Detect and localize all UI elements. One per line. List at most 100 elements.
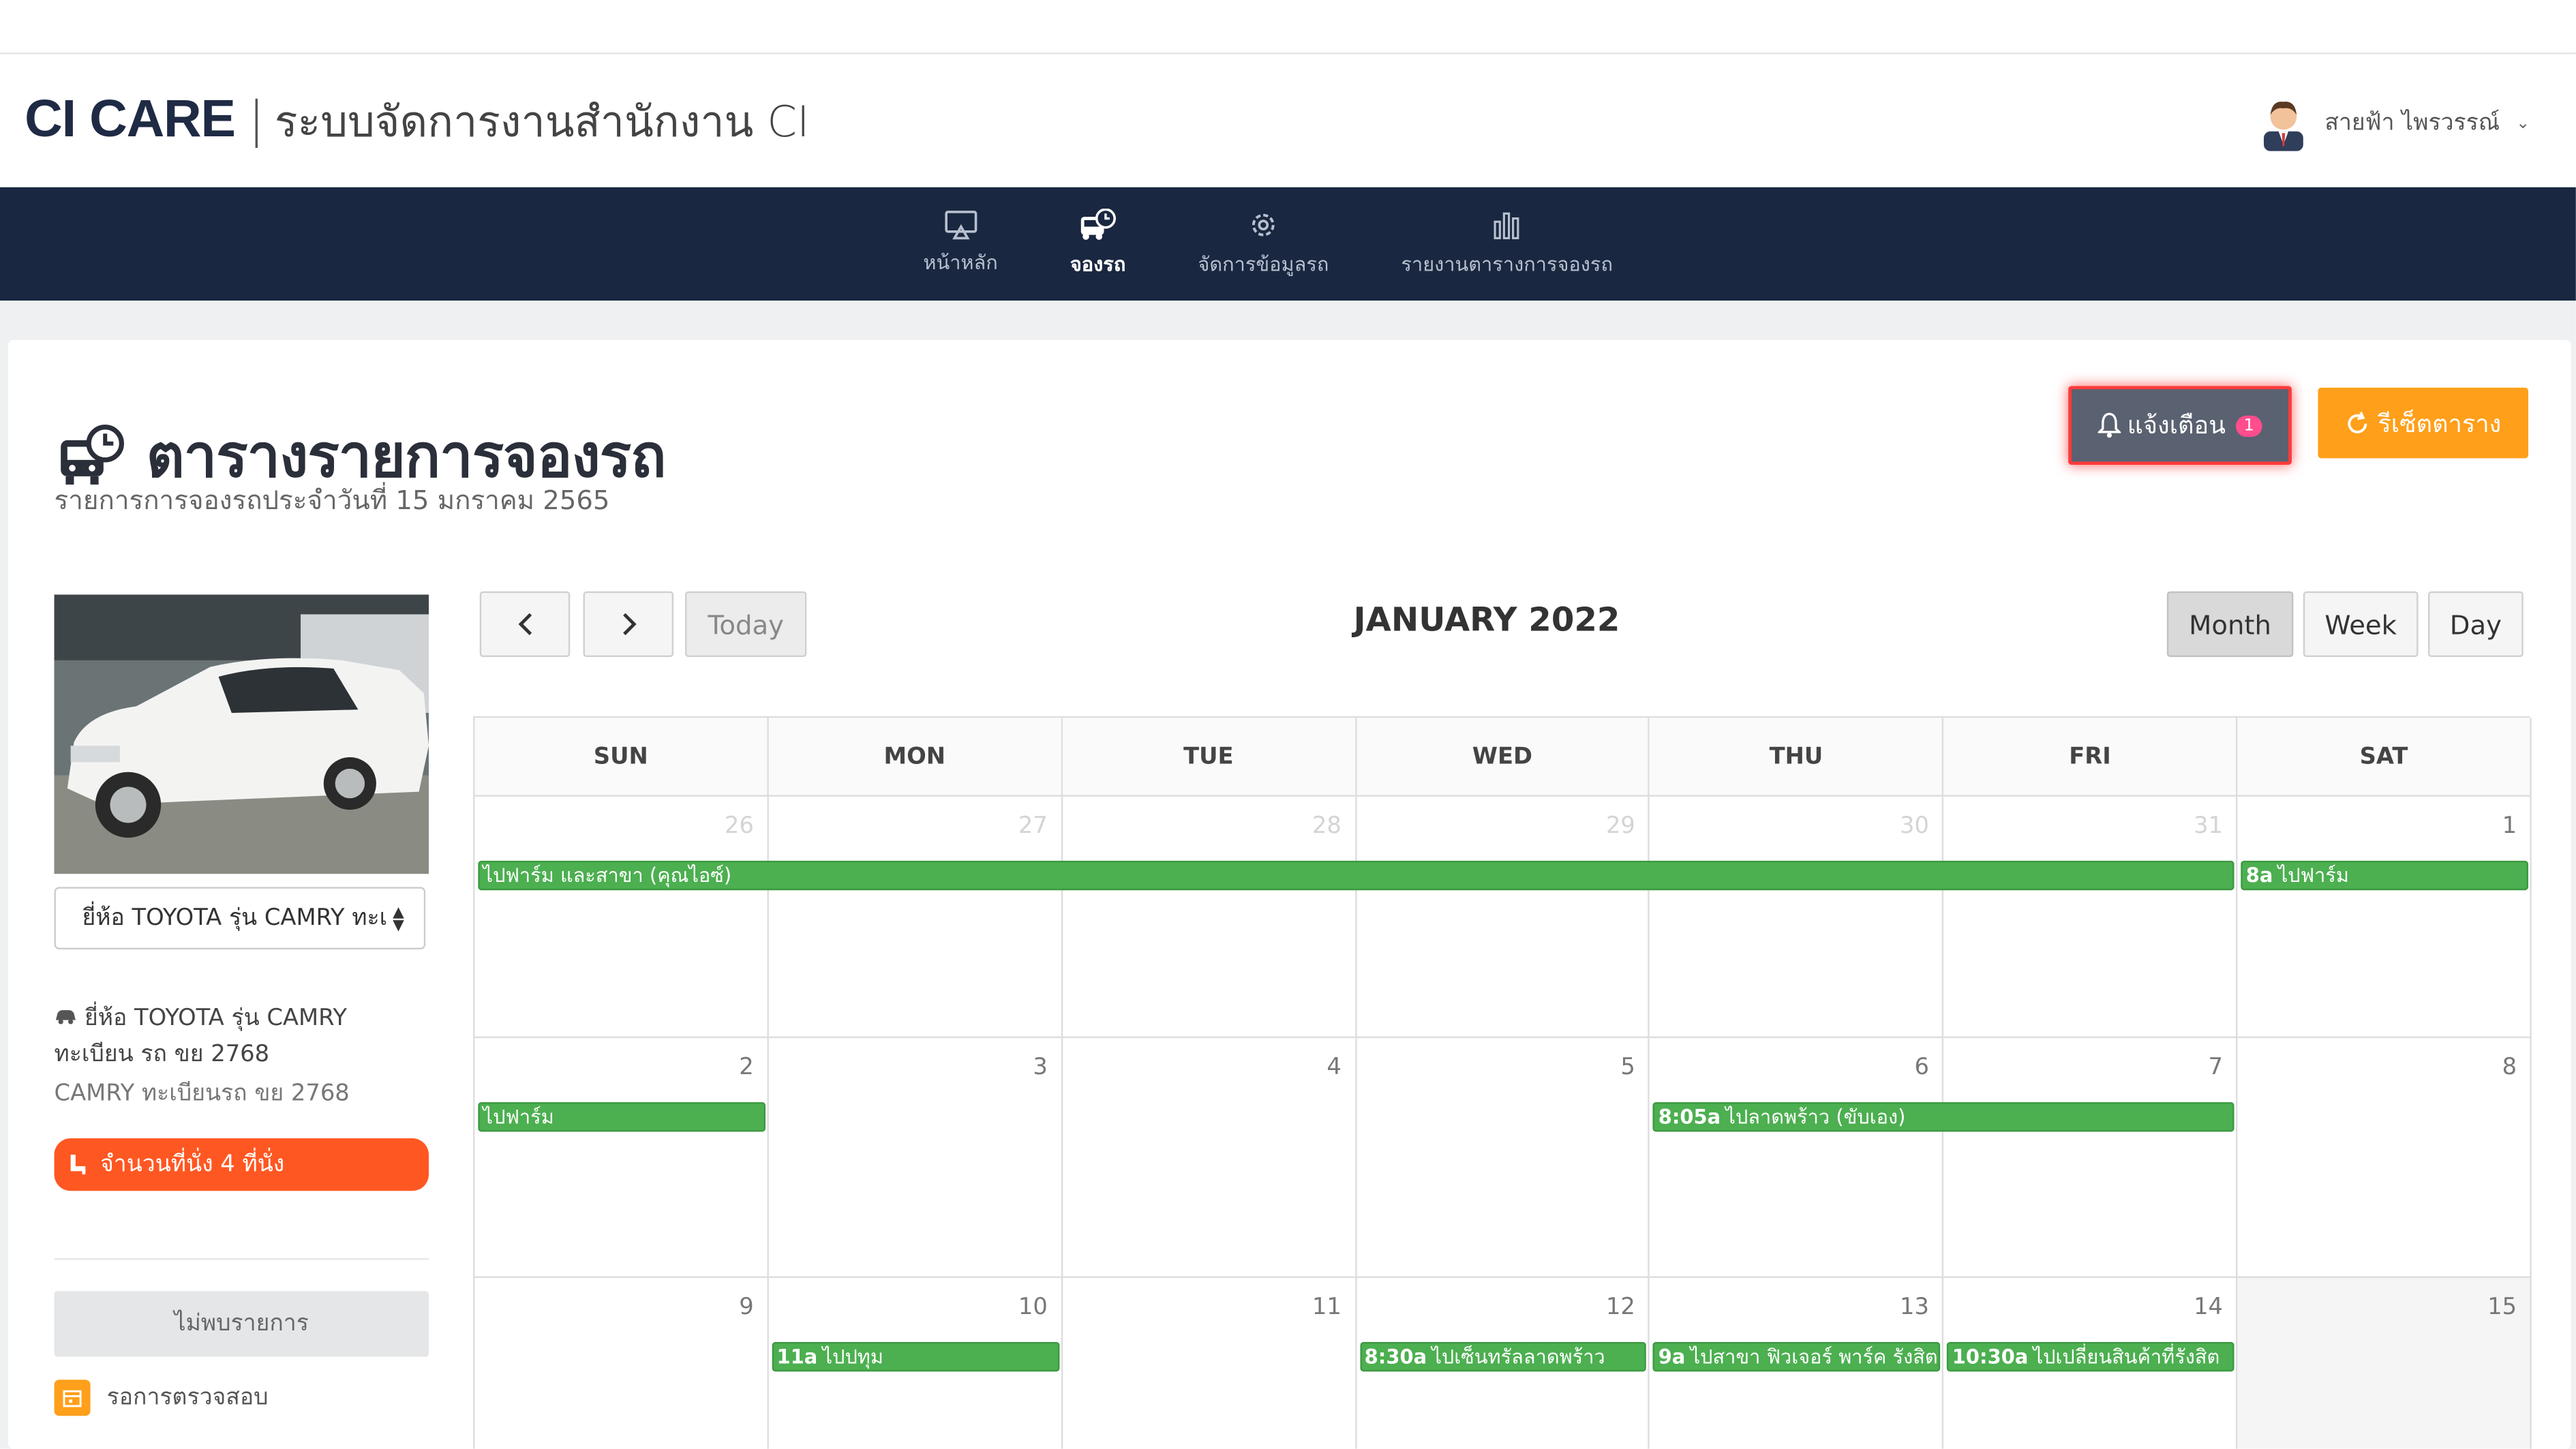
view-month-button[interactable]: Month	[2166, 591, 2294, 658]
calendar-day-cell[interactable]: 5	[1356, 1037, 1650, 1278]
weekday-header: SUN	[474, 718, 769, 797]
bar-chart-icon	[1494, 211, 1520, 239]
sidebar-divider	[54, 1258, 429, 1260]
reset-schedule-button[interactable]: รีเซ็ตตาราง	[2318, 387, 2528, 459]
calendar-day-cell[interactable]: 2	[474, 1037, 769, 1278]
day-number[interactable]: 13	[1900, 1294, 1929, 1321]
calendar-event[interactable]: ไปฟาร์ม	[478, 1101, 766, 1131]
calendar-day-cell[interactable]: 4	[1062, 1037, 1357, 1278]
event-title: ไปฟาร์ม และสาขา (คุณไอซ์)	[483, 864, 732, 887]
view-week-button[interactable]: Week	[2303, 591, 2419, 658]
calendar-event[interactable]: 8:30a ไปเซ็นทรัลลาดพร้าว	[1359, 1341, 1647, 1372]
calendar-day-cell[interactable]: 28	[1062, 796, 1357, 1037]
day-number[interactable]: 28	[1312, 813, 1342, 840]
weekday-header: SAT	[2237, 718, 2532, 797]
nav-item-label: รายงานตารางการจองรถ	[1401, 251, 1613, 275]
day-number[interactable]: 29	[1606, 813, 1635, 840]
calendar-day-cell[interactable]: 8	[2237, 1037, 2532, 1278]
day-number[interactable]: 30	[1900, 813, 1929, 840]
calendar-day-cell[interactable]: 11	[1063, 1277, 1357, 1449]
calendar-day-cell[interactable]: 29	[1356, 796, 1650, 1037]
nav-item-manage-cars[interactable]: จัดการข้อมูลรถ	[1162, 187, 1365, 301]
brand[interactable]: CI CARE | ระบบจัดการงานสำนักงาน CI	[25, 87, 809, 156]
seat-count-badge: จำนวนที่นั่ง 4 ที่นั่ง	[54, 1138, 429, 1191]
day-number[interactable]: 1	[2502, 813, 2517, 840]
alert-button[interactable]: แจ้งเตือน 1	[2068, 386, 2292, 466]
seat-icon	[70, 1155, 86, 1175]
event-title: ไปฟาร์ม	[483, 1104, 554, 1128]
day-number[interactable]: 8	[2502, 1054, 2517, 1080]
calendar-event[interactable]: 8a ไปฟาร์ม	[2241, 860, 2528, 891]
day-number[interactable]: 12	[1606, 1294, 1635, 1321]
select-updown-icon: ▲ ▼	[393, 904, 404, 935]
nav-item-report[interactable]: รายงานตารางการจองรถ	[1365, 187, 1649, 301]
calendar-day-cell[interactable]: 3	[768, 1037, 1063, 1278]
day-number[interactable]: 7	[2209, 1054, 2224, 1080]
day-number[interactable]: 6	[1914, 1054, 1929, 1080]
calendar-day-cell[interactable]: 31	[1943, 796, 2238, 1037]
nav-item-booking[interactable]: จองรถ	[1034, 187, 1162, 301]
legend-pending: รอการตรวจสอบ	[54, 1379, 269, 1416]
calendar-day-cell[interactable]: 26	[474, 796, 769, 1037]
calendar-day-cell[interactable]: 9	[474, 1277, 769, 1449]
day-number[interactable]: 10	[1018, 1294, 1048, 1321]
calendar-event[interactable]: 9a ไปสาขา ฟิวเจอร์ พาร์ค รังสิต	[1653, 1341, 1941, 1372]
car-select-dropdown[interactable]: ยี่ห้อ TOYOTA รุ่น CAMRY ทะเ ▲ ▼	[54, 887, 426, 949]
weekday-header: WED	[1356, 718, 1650, 797]
car-icon	[55, 1010, 76, 1024]
calendar-day-cell[interactable]: 7	[1943, 1037, 2238, 1278]
car-photo	[54, 594, 429, 874]
day-number[interactable]: 27	[1018, 813, 1048, 840]
app-window: CI CARE | ระบบจัดการงานสำนักงาน CI สายฟ้า …	[0, 0, 2576, 1449]
event-title: ไปเปลี่ยนสินค้าที่รังสิต	[2033, 1345, 2220, 1369]
calendar-event[interactable]: ไปฟาร์ม และสาขา (คุณไอซ์)	[478, 860, 2234, 891]
car-select-value: ยี่ห้อ TOYOTA รุ่น CAMRY ทะเ	[82, 904, 388, 932]
calendar-event[interactable]: 10:30a ไปเปลี่ยนสินค้าที่รังสิต	[1947, 1341, 2234, 1372]
day-number[interactable]: 4	[1327, 1054, 1342, 1080]
view-day-button[interactable]: Day	[2427, 591, 2524, 658]
bell-icon	[2097, 412, 2121, 438]
event-time: 9a	[1658, 1345, 1686, 1369]
user-menu[interactable]: สายฟ้า ไพรวรรณ์ ⌄	[2259, 95, 2530, 151]
legend-label: รอการตรวจสอบ	[106, 1384, 269, 1412]
calendar-day-cell[interactable]: 15	[2237, 1277, 2532, 1449]
day-number[interactable]: 14	[2194, 1294, 2223, 1321]
nav-item-home[interactable]: หน้าหลัก	[887, 187, 1033, 301]
calendar-event[interactable]: 11a ไปปทุม	[772, 1341, 1059, 1372]
chevron-down-icon: ⌄	[2516, 114, 2530, 133]
day-number[interactable]: 9	[739, 1294, 754, 1321]
today-button[interactable]: Today	[684, 591, 807, 658]
day-number[interactable]: 15	[2487, 1294, 2517, 1321]
event-time: 11a	[776, 1345, 818, 1369]
seat-count-label: จำนวนที่นั่ง 4 ที่นั่ง	[100, 1151, 285, 1178]
calendar-day-cell[interactable]: 27	[768, 796, 1063, 1037]
chevron-right-icon	[622, 613, 636, 635]
car-illustration	[54, 594, 429, 874]
weekday-header: THU	[1650, 718, 1944, 797]
car-info: ยี่ห้อ TOYOTA รุ่น CAMRY ทะเบียน รถ ขย 2…	[55, 1001, 429, 1073]
calendar-day-cell[interactable]: 30	[1650, 796, 1944, 1037]
calendar-event[interactable]: 8:05a ไปลาดพร้าว (ขับเอง)	[1653, 1101, 2234, 1131]
day-number[interactable]: 26	[725, 813, 754, 840]
monitor-icon	[944, 209, 977, 239]
page-subtitle: รายการการจองรถประจำวันที่ 15 มกราคม 2565	[54, 484, 610, 516]
calendar-day-cell[interactable]: 6	[1650, 1037, 1944, 1278]
brand-name: CI CARE	[25, 89, 236, 148]
calendar-day-cell[interactable]: 1	[2237, 796, 2532, 1037]
day-number[interactable]: 2	[739, 1054, 754, 1080]
prev-month-button[interactable]	[479, 591, 571, 658]
event-title: ไปลาดพร้าว (ขับเอง)	[1725, 1104, 1906, 1128]
event-title: ไปสาขา ฟิวเจอร์ พาร์ค รังสิต	[1690, 1345, 1938, 1369]
day-number[interactable]: 5	[1620, 1054, 1635, 1080]
event-title: ไปปทุม	[822, 1345, 883, 1369]
day-number[interactable]: 3	[1033, 1054, 1048, 1080]
nav-item-label: หน้าหลัก	[923, 250, 998, 274]
brand-separator: |	[248, 91, 265, 150]
refresh-icon	[2348, 410, 2368, 433]
day-number[interactable]: 11	[1312, 1294, 1342, 1321]
car-info-text: ยี่ห้อ TOYOTA รุ่น CAMRY ทะเบียน รถ ขย 2…	[54, 1005, 347, 1068]
bus-clock-icon	[61, 423, 124, 484]
event-time: 8:05a	[1658, 1104, 1721, 1128]
day-number[interactable]: 31	[2194, 813, 2223, 840]
next-month-button[interactable]	[583, 591, 674, 658]
